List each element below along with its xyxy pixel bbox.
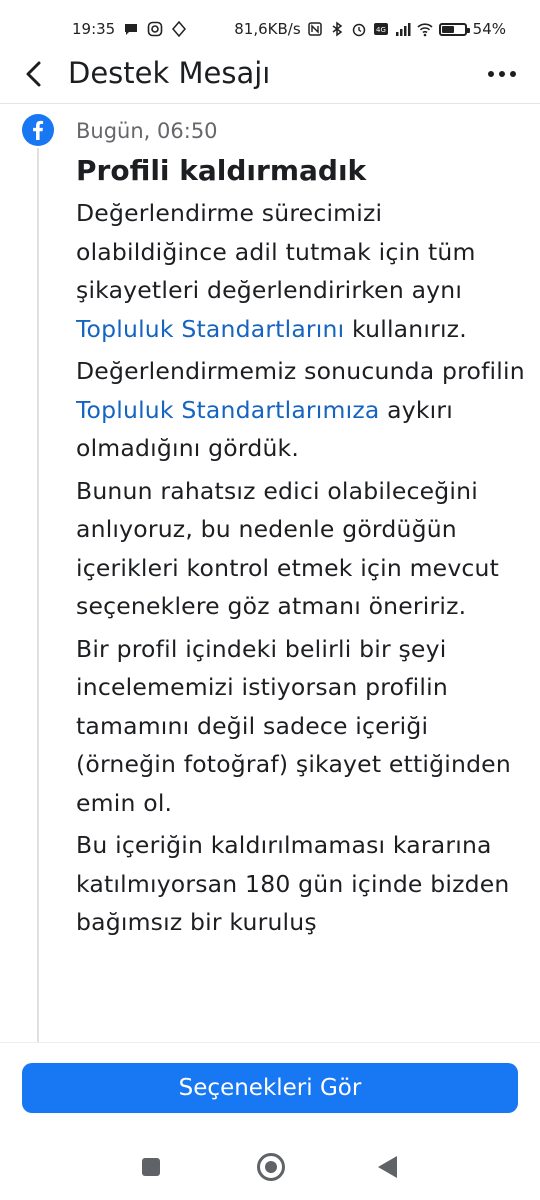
- header: Destek Mesajı: [0, 44, 540, 104]
- volte-icon: 4G: [373, 23, 388, 35]
- network-speed: 81,6KB/s: [234, 20, 301, 38]
- message-content: Bugün, 06:50 Profili kaldırmadık Değerle…: [76, 116, 526, 1041]
- message-paragraph: Bunun rahatsız edici olabileceğini anlıy…: [76, 476, 500, 621]
- navigation-icon: [172, 21, 187, 37]
- thread-line: [37, 148, 39, 1043]
- see-options-button[interactable]: Seçenekleri Gör: [22, 1063, 518, 1113]
- instagram-icon: [147, 21, 163, 37]
- home-icon[interactable]: [257, 1153, 285, 1181]
- nfc-icon: [307, 22, 322, 36]
- more-dot: [499, 71, 505, 77]
- more-dot: [510, 71, 516, 77]
- recent-apps-icon[interactable]: [142, 1158, 160, 1176]
- battery-fill: [441, 25, 454, 33]
- wifi-icon: [417, 23, 433, 37]
- footer-divider: [0, 1042, 540, 1043]
- bluetooth-icon: [332, 21, 342, 37]
- paragraph-text: kullanırız.: [344, 314, 467, 343]
- page-title: Destek Mesajı: [68, 56, 271, 90]
- chat-notification-icon: [125, 24, 138, 35]
- community-standards-link[interactable]: Topluluk Standartlarımıza: [76, 396, 379, 424]
- community-standards-link[interactable]: Topluluk Standartlarını: [76, 315, 344, 343]
- battery-percent: 54%: [472, 20, 506, 38]
- message-paragraph: Değerlendirmemiz sonucunda profilin Topl…: [76, 352, 526, 468]
- back-button[interactable]: [16, 54, 52, 94]
- alarm-icon: [352, 23, 365, 37]
- battery-icon: [438, 22, 470, 36]
- facebook-icon: [22, 114, 54, 146]
- status-bar-right: 81,6KB/s 4G 54%: [234, 20, 506, 38]
- header-divider: [0, 103, 540, 104]
- message-timestamp: Bugün, 06:50: [76, 119, 218, 143]
- paragraph-text: Değerlendirmemiz sonucunda profilin: [76, 357, 525, 385]
- status-bar-left: 19:35: [72, 20, 187, 38]
- message-paragraph: Değerlendirme sürecimizi olabildiğince a…: [76, 194, 526, 348]
- message-paragraph: Bu içeriğin kaldırılmaması kararına katı…: [76, 831, 510, 936]
- signal-icon: [395, 23, 411, 36]
- more-horizontal-icon: [488, 71, 494, 77]
- chevron-left-icon: [26, 61, 41, 87]
- message-paragraph: Bir profil içindeki belirli bir şeyi inc…: [76, 634, 511, 817]
- back-icon[interactable]: [378, 1156, 397, 1178]
- paragraph-text: Değerlendirme sürecimizi olabildiğince a…: [76, 199, 476, 304]
- svg-text:4G: 4G: [376, 26, 386, 34]
- clock: 19:35: [72, 20, 116, 38]
- message-title: Profili kaldırmadık: [76, 154, 367, 187]
- more-options-button[interactable]: [482, 58, 522, 90]
